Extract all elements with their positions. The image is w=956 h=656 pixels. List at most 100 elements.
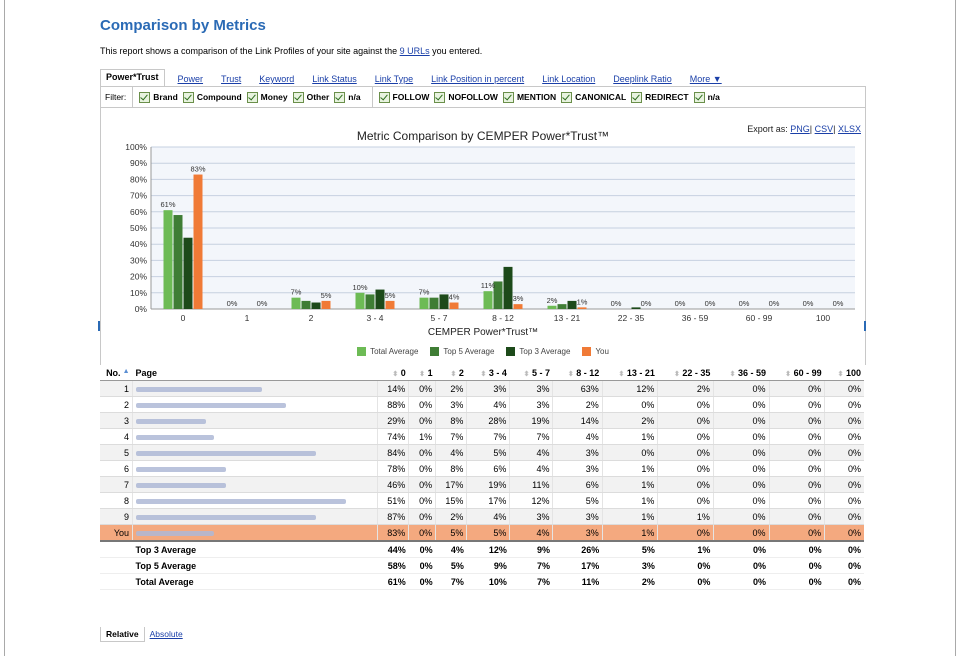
filter-brand[interactable]: Brand — [139, 91, 178, 103]
column-header-no[interactable]: No. ▲ — [100, 365, 133, 381]
column-header-bucket[interactable]: ⬍ 0 — [377, 365, 409, 381]
legend-item[interactable]: You — [582, 347, 609, 356]
filter-follow[interactable]: FOLLOW — [378, 91, 429, 103]
checkbox-icon[interactable] — [561, 91, 573, 103]
column-header-bucket[interactable]: ⬍ 36 - 59 — [713, 365, 770, 381]
checkbox-icon[interactable] — [434, 91, 446, 103]
filter-nofollow[interactable]: NOFOLLOW — [434, 91, 498, 103]
table-row[interactable]: 2 88% 0% 3% 4% 3% 2% 0% 0% 0% 0% 0% — [100, 396, 864, 413]
value-cell: 0% — [713, 540, 770, 558]
redacted-url[interactable] — [136, 498, 346, 504]
checkbox-icon[interactable] — [502, 91, 514, 103]
column-header-bucket[interactable]: ⬍ 5 - 7 — [509, 365, 553, 381]
checkbox-icon[interactable] — [693, 91, 705, 103]
column-header-bucket[interactable]: ⬍ 8 - 12 — [552, 365, 603, 381]
tab-relative[interactable]: Relative — [100, 627, 145, 642]
sort-icon: ⬍ — [837, 370, 844, 378]
page-url-cell[interactable] — [132, 476, 378, 493]
filter-other[interactable]: Other — [292, 91, 329, 103]
column-header-bucket[interactable]: ⬍ 3 - 4 — [466, 365, 510, 381]
table-row-you[interactable]: You 83% 0% 5% 5% 4% 3% 1% 0% 0% 0% 0% — [100, 524, 864, 542]
legend-item[interactable]: Top 3 Average — [506, 347, 570, 356]
page-url-cell[interactable] — [132, 428, 378, 445]
column-header-bucket[interactable]: ⬍ 60 - 99 — [769, 365, 825, 381]
filter-mention[interactable]: MENTION — [502, 91, 556, 103]
checkbox-icon[interactable] — [139, 91, 151, 103]
checkbox-icon[interactable] — [334, 91, 346, 103]
table-row[interactable]: 7 46% 0% 17% 19% 11% 6% 1% 0% 0% 0% 0% — [100, 476, 864, 493]
y-tick-label: 80% — [130, 174, 147, 184]
value-cell: 3% — [509, 396, 553, 413]
value-cell: 0% — [408, 444, 436, 461]
table-row[interactable]: 9 87% 0% 2% 4% 3% 3% 1% 1% 0% 0% 0% — [100, 508, 864, 525]
tab-keyword[interactable]: Keyword — [259, 73, 294, 86]
page-url-cell[interactable] — [132, 524, 378, 542]
intro-text-after: you entered. — [429, 46, 483, 56]
filter-anchor-na[interactable]: n/a — [334, 91, 361, 103]
tab-power[interactable]: Power — [178, 73, 204, 86]
filter-type-na[interactable]: n/a — [693, 91, 720, 103]
table-row[interactable]: 8 51% 0% 15% 17% 12% 5% 1% 0% 0% 0% 0% — [100, 492, 864, 509]
checkbox-icon[interactable] — [631, 91, 643, 103]
column-header-bucket[interactable]: ⬍ 2 — [435, 365, 467, 381]
value-cell: 44% — [377, 540, 409, 558]
filter-compound[interactable]: Compound — [182, 91, 242, 103]
checkbox-icon[interactable] — [246, 91, 258, 103]
value-cell: 84% — [376, 444, 409, 461]
value-cell: 1% — [601, 524, 658, 542]
column-header-bucket[interactable]: ⬍ 100 — [824, 365, 864, 381]
tab-deeplink-ratio[interactable]: Deeplink Ratio — [613, 73, 672, 86]
value-cell: 4% — [466, 396, 510, 413]
redacted-url[interactable] — [136, 482, 226, 488]
sort-icon: ⬍ — [523, 370, 530, 378]
tab-trust[interactable]: Trust — [221, 73, 241, 86]
value-cell: 0% — [824, 557, 864, 574]
redacted-url[interactable] — [136, 466, 226, 472]
column-header-bucket[interactable]: ⬍ 13 - 21 — [602, 365, 658, 381]
value-cell: 2% — [552, 396, 603, 413]
tab-more[interactable]: More ▼ — [690, 73, 722, 86]
table-row[interactable]: 1 14% 0% 2% 3% 3% 63% 12% 2% 0% 0% 0% — [100, 380, 864, 397]
table-row[interactable]: 6 78% 0% 8% 6% 4% 3% 1% 0% 0% 0% 0% — [100, 460, 864, 477]
tab-link-status[interactable]: Link Status — [312, 73, 357, 86]
page-url-cell[interactable] — [132, 492, 378, 509]
page-url-cell[interactable] — [132, 508, 378, 525]
tab-link-position[interactable]: Link Position in percent — [431, 73, 524, 86]
tab-link-location[interactable]: Link Location — [542, 73, 595, 86]
column-header-bucket[interactable]: ⬍ 1 — [408, 365, 436, 381]
checkbox-icon[interactable] — [378, 91, 390, 103]
table-row[interactable]: 3 29% 0% 8% 28% 19% 14% 2% 0% 0% 0% 0% — [100, 412, 864, 429]
value-cell: 4% — [509, 524, 553, 542]
legend-item[interactable]: Total Average — [357, 347, 418, 356]
value-cell: 6% — [552, 476, 603, 493]
checkbox-icon[interactable] — [292, 91, 304, 103]
table-row[interactable]: 4 74% 1% 7% 7% 7% 4% 1% 0% 0% 0% 0% — [100, 428, 864, 445]
page-url-cell[interactable] — [132, 412, 378, 429]
filter-redirect[interactable]: REDIRECT — [631, 91, 689, 103]
column-header-bucket[interactable]: ⬍ 22 - 35 — [657, 365, 714, 381]
filter-money[interactable]: Money — [246, 91, 288, 103]
column-header-label: 1 — [427, 367, 433, 378]
redacted-url[interactable] — [136, 386, 262, 392]
column-header-page[interactable]: Page — [132, 365, 378, 381]
tab-power-trust[interactable]: Power*Trust — [100, 69, 165, 86]
checkbox-icon[interactable] — [182, 91, 194, 103]
table-row[interactable]: 5 84% 0% 4% 5% 4% 3% 0% 0% 0% 0% 0% — [100, 444, 864, 461]
redacted-url[interactable] — [136, 402, 286, 408]
row-number: 1 — [100, 380, 133, 397]
page-url-cell[interactable] — [132, 444, 378, 461]
legend-item[interactable]: Top 5 Average — [430, 347, 494, 356]
tab-link-type[interactable]: Link Type — [375, 73, 413, 86]
redacted-url[interactable] — [136, 530, 214, 536]
urls-link[interactable]: 9 URLs — [400, 46, 430, 56]
page-url-cell[interactable] — [132, 380, 378, 397]
redacted-url[interactable] — [136, 434, 214, 440]
filter-canonical[interactable]: CANONICAL — [561, 91, 626, 103]
redacted-url[interactable] — [136, 514, 316, 520]
tab-absolute[interactable]: Absolute — [145, 627, 188, 642]
redacted-url[interactable] — [136, 450, 316, 456]
page-url-cell[interactable] — [132, 396, 378, 413]
value-cell: 0% — [768, 428, 825, 445]
redacted-url[interactable] — [136, 418, 206, 424]
page-url-cell[interactable] — [132, 460, 378, 477]
